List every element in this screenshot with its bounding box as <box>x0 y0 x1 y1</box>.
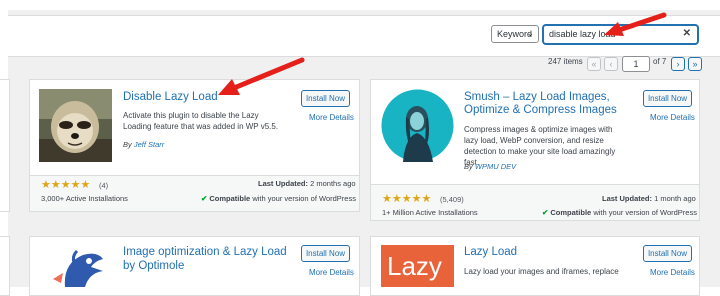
smush-plugin-icon[interactable] <box>381 89 454 162</box>
compat-strong: Compatible <box>209 194 251 203</box>
sloth-plugin-icon[interactable] <box>39 89 112 162</box>
more-details-link[interactable]: More Details <box>309 268 354 277</box>
prev-page-button[interactable]: ‹ <box>604 57 618 71</box>
rating-count: (4) <box>99 181 109 190</box>
plugin-description: Activate this plugin to disable the Lazy… <box>123 111 279 131</box>
rating-count: (5,409) <box>440 195 464 204</box>
more-details-link[interactable]: More Details <box>650 113 695 122</box>
rating-stars: ★★★★★ <box>382 193 432 205</box>
author-link[interactable]: WPMU DEV <box>475 162 516 171</box>
plugin-title-link-line2[interactable]: by Optimole <box>123 259 184 273</box>
install-now-button[interactable]: Install Now <box>643 245 692 262</box>
total-pages: of 7 <box>653 57 667 66</box>
plugin-author: By WPMU DEV <box>464 162 516 171</box>
last-page-button[interactable]: » <box>688 57 702 71</box>
install-now-button[interactable]: Install Now <box>301 245 350 262</box>
last-updated: Last Updated: 2 months ago <box>258 179 356 188</box>
items-count: 247 items <box>548 57 583 66</box>
partial-card-left-2 <box>0 236 10 296</box>
plugin-title-link[interactable]: Disable Lazy Load <box>123 90 218 104</box>
lazy-load-plugin-icon[interactable]: Lazy <box>381 245 454 287</box>
last-updated-label: Last Updated: <box>258 179 309 188</box>
plugin-title-link-line1[interactable]: Image optimization & Lazy Load <box>123 245 287 259</box>
plugin-description: Lazy load your images and iframes, repla… <box>464 267 619 276</box>
optimole-plugin-icon[interactable] <box>45 245 110 287</box>
rating-stars: ★★★★★ <box>41 179 91 191</box>
last-updated: Last Updated: 1 month ago <box>602 194 696 203</box>
plugin-title-link[interactable]: Lazy Load <box>464 245 517 259</box>
plugin-title-link-line1[interactable]: Smush – Lazy Load Images, <box>464 90 610 104</box>
first-page-button[interactable]: « <box>587 57 601 71</box>
last-updated-value: 2 months ago <box>310 179 356 188</box>
check-icon: ✔ <box>542 208 549 217</box>
by-label: By <box>123 140 132 149</box>
plugin-author: By Jeff Starr <box>123 140 164 149</box>
partial-card-left <box>0 79 10 212</box>
more-details-link[interactable]: More Details <box>650 268 695 277</box>
check-icon: ✔ <box>201 194 208 203</box>
annotation-arrow-plugin <box>218 57 305 95</box>
compatibility: ✔ Compatible with your version of WordPr… <box>542 208 697 217</box>
lazy-icon-text: Lazy <box>387 251 442 281</box>
clear-search-icon[interactable]: ✕ <box>683 28 691 39</box>
by-label: By <box>464 162 473 171</box>
search-type-select[interactable]: Keyword ⌄ <box>491 25 539 43</box>
compat-rest: with your version of WordPress <box>593 208 697 217</box>
compat-rest: with your version of WordPress <box>252 194 356 203</box>
install-now-button[interactable]: Install Now <box>643 90 692 107</box>
chevron-down-icon: ⌄ <box>526 28 534 38</box>
active-installs: 1+ Million Active Installations <box>382 208 478 217</box>
compatibility: ✔ Compatible with your version of WordPr… <box>201 194 356 203</box>
next-page-button[interactable]: › <box>671 57 685 71</box>
last-updated-label: Last Updated: <box>602 194 653 203</box>
last-updated-value: 1 month ago <box>654 194 696 203</box>
plugin-title-link-line2[interactable]: Optimize & Compress Images <box>464 103 617 117</box>
compat-strong: Compatible <box>550 208 592 217</box>
annotation-arrow-search <box>604 12 667 36</box>
more-details-link[interactable]: More Details <box>309 113 354 122</box>
current-page-input[interactable]: 1 <box>622 56 650 72</box>
author-link[interactable]: Jeff Starr <box>134 140 164 149</box>
active-installs: 3,000+ Active Installations <box>41 194 128 203</box>
